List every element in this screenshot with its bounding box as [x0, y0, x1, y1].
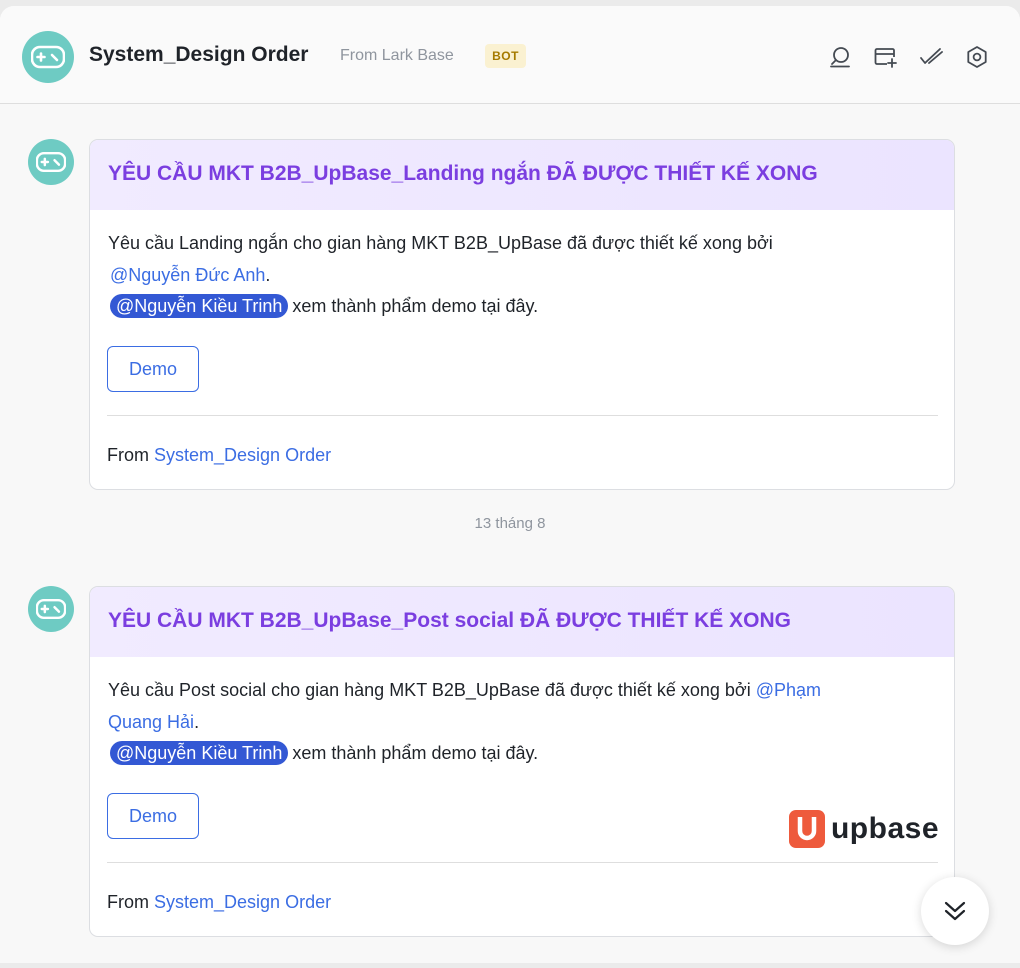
card-body-line: @Nguyễn Đức Anh.: [108, 263, 938, 287]
card-body-line: Yêu cầu Post social cho gian hàng MKT B2…: [108, 678, 938, 702]
settings-icon: [967, 46, 987, 68]
card-header: YÊU CẦU MKT B2B_UpBase_Landing ngắn ĐÃ Đ…: [90, 140, 954, 210]
mention-pill[interactable]: @Nguyễn Kiều Trinh: [110, 741, 289, 765]
card-divider: [107, 862, 938, 863]
add-tab-button[interactable]: [872, 44, 898, 70]
card-header: YÊU CẦU MKT B2B_UpBase_Post social ĐÃ ĐƯ…: [90, 587, 954, 657]
message-avatar[interactable]: [28, 139, 74, 185]
settings-button[interactable]: [964, 44, 990, 70]
footer-source-link[interactable]: System_Design Order: [154, 892, 331, 912]
scroll-to-bottom-button[interactable]: [921, 877, 989, 945]
search-button[interactable]: [827, 44, 853, 70]
mention-link[interactable]: @Nguyễn Đức Anh: [110, 265, 265, 285]
upbase-logo: upbase: [789, 809, 939, 849]
demo-button[interactable]: Demo: [107, 346, 199, 392]
bot-badge: BOT: [485, 44, 526, 68]
card-body-line: @Nguyễn Kiều Trinh xem thành phẩm demo tạ…: [108, 741, 938, 765]
punctuation: .: [194, 712, 200, 732]
card-body-text: Yêu cầu Post social cho gian hàng MKT B2…: [108, 680, 751, 700]
mark-done-icon: [920, 48, 943, 64]
card-body-text: Yêu cầu Landing ngắn cho gian hàng MKT B…: [108, 233, 773, 253]
date-separator: 13 tháng 8: [474, 515, 546, 532]
card-body-text: xem thành phẩm demo tại đây.: [292, 296, 539, 316]
search-icon: [830, 47, 850, 68]
chat-title[interactable]: System_Design Order: [89, 43, 308, 67]
card-title: YÊU CẦU MKT B2B_UpBase_Post social ĐÃ ĐƯ…: [108, 609, 791, 632]
upbase-wordmark: upbase: [830, 812, 939, 845]
upbase-logo-mark: [789, 810, 825, 848]
gamepad-icon: [36, 598, 66, 620]
bot-avatar[interactable]: [22, 31, 74, 83]
gamepad-icon: [36, 151, 66, 173]
card-body-line: @Nguyễn Kiều Trinh xem thành phẩm demo tạ…: [108, 294, 938, 318]
gamepad-icon: [31, 45, 65, 69]
double-chevron-down-icon: [944, 901, 966, 921]
card-title: YÊU CẦU MKT B2B_UpBase_Landing ngắn ĐÃ Đ…: [108, 162, 818, 185]
chat-header: System_Design Order From Lark Base BOT: [0, 6, 1020, 104]
footer-prefix: From: [107, 445, 149, 465]
add-tab-icon: [874, 48, 897, 68]
mention-link[interactable]: @Phạm: [756, 680, 821, 700]
mark-done-button[interactable]: [918, 44, 944, 70]
card-body-line: Yêu cầu Landing ngắn cho gian hàng MKT B…: [108, 231, 938, 255]
message-card: YÊU CẦU MKT B2B_UpBase_Landing ngắn ĐÃ Đ…: [89, 139, 955, 490]
card-footer: From System_Design Order: [107, 892, 331, 913]
punctuation: .: [265, 265, 271, 285]
message-avatar[interactable]: [28, 586, 74, 632]
upbase-u-icon: [797, 817, 817, 841]
footer-prefix: From: [107, 892, 149, 912]
footer-source-link[interactable]: System_Design Order: [154, 445, 331, 465]
mention-link[interactable]: Quang Hải: [108, 712, 194, 732]
message-card: YÊU CẦU MKT B2B_UpBase_Post social ĐÃ ĐƯ…: [89, 586, 955, 937]
mention-pill[interactable]: @Nguyễn Kiều Trinh: [110, 294, 289, 318]
card-body-text: xem thành phẩm demo tại đây.: [292, 743, 539, 763]
demo-button[interactable]: Demo: [107, 793, 199, 839]
chat-window: System_Design Order From Lark Base BOT Y…: [0, 6, 1020, 963]
card-footer: From System_Design Order: [107, 445, 331, 466]
chat-source: From Lark Base: [340, 47, 454, 64]
card-divider: [107, 415, 938, 416]
card-body-line: Quang Hải.: [108, 710, 938, 734]
